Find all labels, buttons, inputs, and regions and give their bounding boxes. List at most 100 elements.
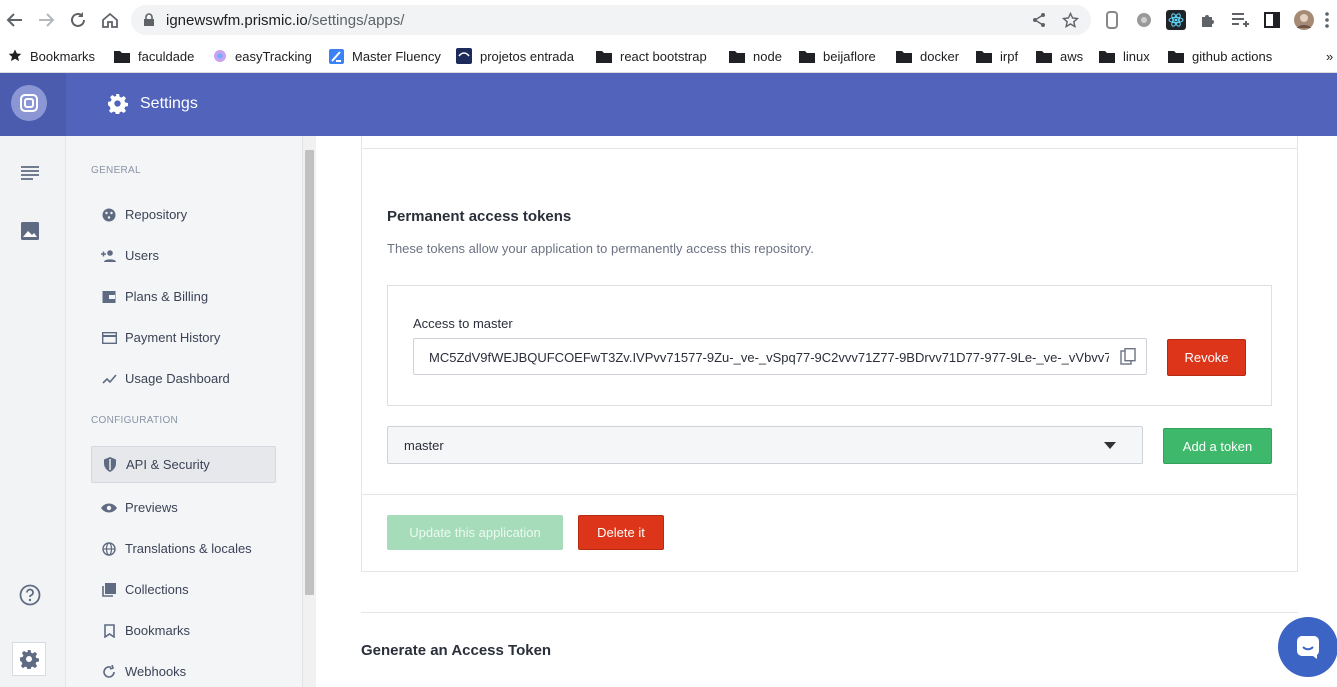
gear-icon <box>108 94 128 114</box>
scrollbar-thumb[interactable] <box>305 150 314 595</box>
access-token-value[interactable]: MC5ZdV9fWEJBQUFCOEFwT3Zv.IVPvv71577-9Zu-… <box>429 350 1109 365</box>
revoke-button[interactable]: Revoke <box>1167 339 1246 376</box>
add-user-icon <box>101 248 117 264</box>
application-card: Permanent access tokens These tokens all… <box>361 136 1298 572</box>
collections-icon <box>101 582 117 598</box>
add-token-button[interactable]: Add a token <box>1163 428 1272 464</box>
bookmark-folder[interactable]: aws <box>1036 45 1083 67</box>
branch-select[interactable]: master <box>387 426 1143 464</box>
site-icon <box>214 50 226 62</box>
bookmark-folder[interactable]: react bootstrap <box>596 45 707 67</box>
sidebar-item-label: Bookmarks <box>125 623 191 638</box>
generate-token-title: Generate an Access Token <box>361 642 552 659</box>
bookmark-icon <box>101 623 117 639</box>
site-icon <box>456 48 472 64</box>
bookmark-folder[interactable]: docker <box>896 45 959 67</box>
divider <box>362 148 1297 149</box>
bookmark-item[interactable]: easyTracking <box>213 45 312 67</box>
bookmark-folder[interactable]: beijaflore <box>799 45 876 67</box>
trend-icon <box>101 371 117 387</box>
globe-icon <box>101 541 117 557</box>
divider <box>361 612 1298 613</box>
url-text: ignewswfm.prismic.io/settings/apps/ <box>166 12 405 29</box>
sidebar-item-payment-history[interactable]: Payment History <box>91 319 276 356</box>
sidebar-scrollbar[interactable] <box>302 136 316 687</box>
sidebar-item-users[interactable]: Users <box>91 237 276 274</box>
extension-icon[interactable] <box>1102 10 1122 30</box>
avatar[interactable] <box>1294 10 1314 30</box>
documents-nav-button[interactable] <box>19 162 41 184</box>
sidebar-item-label: API & Security <box>126 457 210 472</box>
arrow-left-icon <box>6 13 22 27</box>
sidebar-item-collections[interactable]: Collections <box>91 571 276 608</box>
sidebar-item-usage-dashboard[interactable]: Usage Dashboard <box>91 360 276 397</box>
repository-icon <box>101 207 117 223</box>
bookmark-folder[interactable]: github actions <box>1168 45 1272 67</box>
puzzle-icon[interactable] <box>1198 10 1218 30</box>
prismic-logo-icon <box>20 94 38 112</box>
chat-launcher-button[interactable] <box>1278 617 1337 677</box>
settings-nav-button[interactable] <box>12 642 46 676</box>
eye-icon <box>101 500 117 516</box>
sidebar-item-repository[interactable]: Repository <box>91 196 276 233</box>
bookmark-folder[interactable]: node <box>729 45 782 67</box>
logo-column <box>0 73 66 136</box>
update-application-button[interactable]: Update this application <box>387 515 563 550</box>
folder-icon <box>799 50 815 63</box>
prismic-logo[interactable] <box>11 85 47 121</box>
sidebar-item-api-security[interactable]: API & Security <box>91 446 276 483</box>
sidebar-item-webhooks[interactable]: Webhooks <box>91 653 276 687</box>
address-bar[interactable]: ignewswfm.prismic.io/settings/apps/ <box>131 5 1091 35</box>
icon-rail <box>0 136 66 687</box>
help-icon <box>19 584 41 606</box>
home-icon <box>102 12 118 28</box>
bookmark-item[interactable]: projetos entrada <box>456 45 574 67</box>
bookmark-folder[interactable]: faculdade <box>114 45 194 67</box>
section-label-configuration: CONFIGURATION <box>91 415 179 426</box>
list-icon <box>21 166 39 180</box>
help-button[interactable] <box>19 584 41 606</box>
bookmark-item[interactable]: Master Fluency <box>329 45 441 67</box>
section-description: These tokens allow your application to p… <box>387 241 814 256</box>
sidebar-item-bookmarks[interactable]: Bookmarks <box>91 612 276 649</box>
extension-icon[interactable] <box>1134 10 1154 30</box>
wallet-icon <box>101 289 117 305</box>
reload-button[interactable] <box>66 8 90 32</box>
media-nav-button[interactable] <box>19 220 41 242</box>
settings-sidebar: GENERAL Repository Users Plans & Billing… <box>66 136 302 687</box>
sidebar-item-label: Repository <box>125 207 188 222</box>
gear-icon <box>20 650 39 669</box>
kebab-menu-icon[interactable] <box>1320 10 1334 30</box>
side-panel-icon[interactable] <box>1262 10 1282 30</box>
bookmark-folder[interactable]: irpf <box>976 45 1018 67</box>
main-content: Permanent access tokens These tokens all… <box>316 136 1337 687</box>
sidebar-item-plans-billing[interactable]: Plans & Billing <box>91 278 276 315</box>
page-title: Settings <box>107 93 198 114</box>
sidebar-item-previews[interactable]: Previews <box>91 489 276 526</box>
back-button[interactable] <box>3 8 27 32</box>
reading-list-icon[interactable] <box>1230 10 1250 30</box>
folder-icon <box>896 50 912 63</box>
home-button[interactable] <box>98 8 122 32</box>
sidebar-item-label: Plans & Billing <box>125 289 209 304</box>
chat-icon <box>1297 636 1319 659</box>
access-token-field[interactable]: MC5ZdV9fWEJBQUFCOEFwT3Zv.IVPvv71577-9Zu-… <box>413 338 1147 375</box>
forward-button[interactable] <box>34 8 58 32</box>
caret-down-icon <box>1104 442 1116 449</box>
react-icon[interactable] <box>1166 10 1186 30</box>
sidebar-item-label: Previews <box>125 500 178 515</box>
folder-icon <box>114 50 130 63</box>
sidebar-item-translations[interactable]: Translations & locales <box>91 530 276 567</box>
folder-icon <box>729 50 745 63</box>
folder-icon <box>1099 50 1115 63</box>
delete-button[interactable]: Delete it <box>578 515 664 550</box>
copy-icon[interactable] <box>1120 347 1136 370</box>
folder-icon <box>596 50 612 63</box>
image-icon <box>21 222 39 240</box>
folder-icon <box>1168 50 1184 63</box>
sidebar-item-label: Webhooks <box>125 664 187 679</box>
bookmark-folder[interactable]: linux <box>1099 45 1150 67</box>
arrow-right-icon <box>39 13 55 27</box>
bookmark-item[interactable]: Bookmarks <box>8 45 95 67</box>
more-bookmarks-button[interactable]: » <box>1326 45 1333 67</box>
